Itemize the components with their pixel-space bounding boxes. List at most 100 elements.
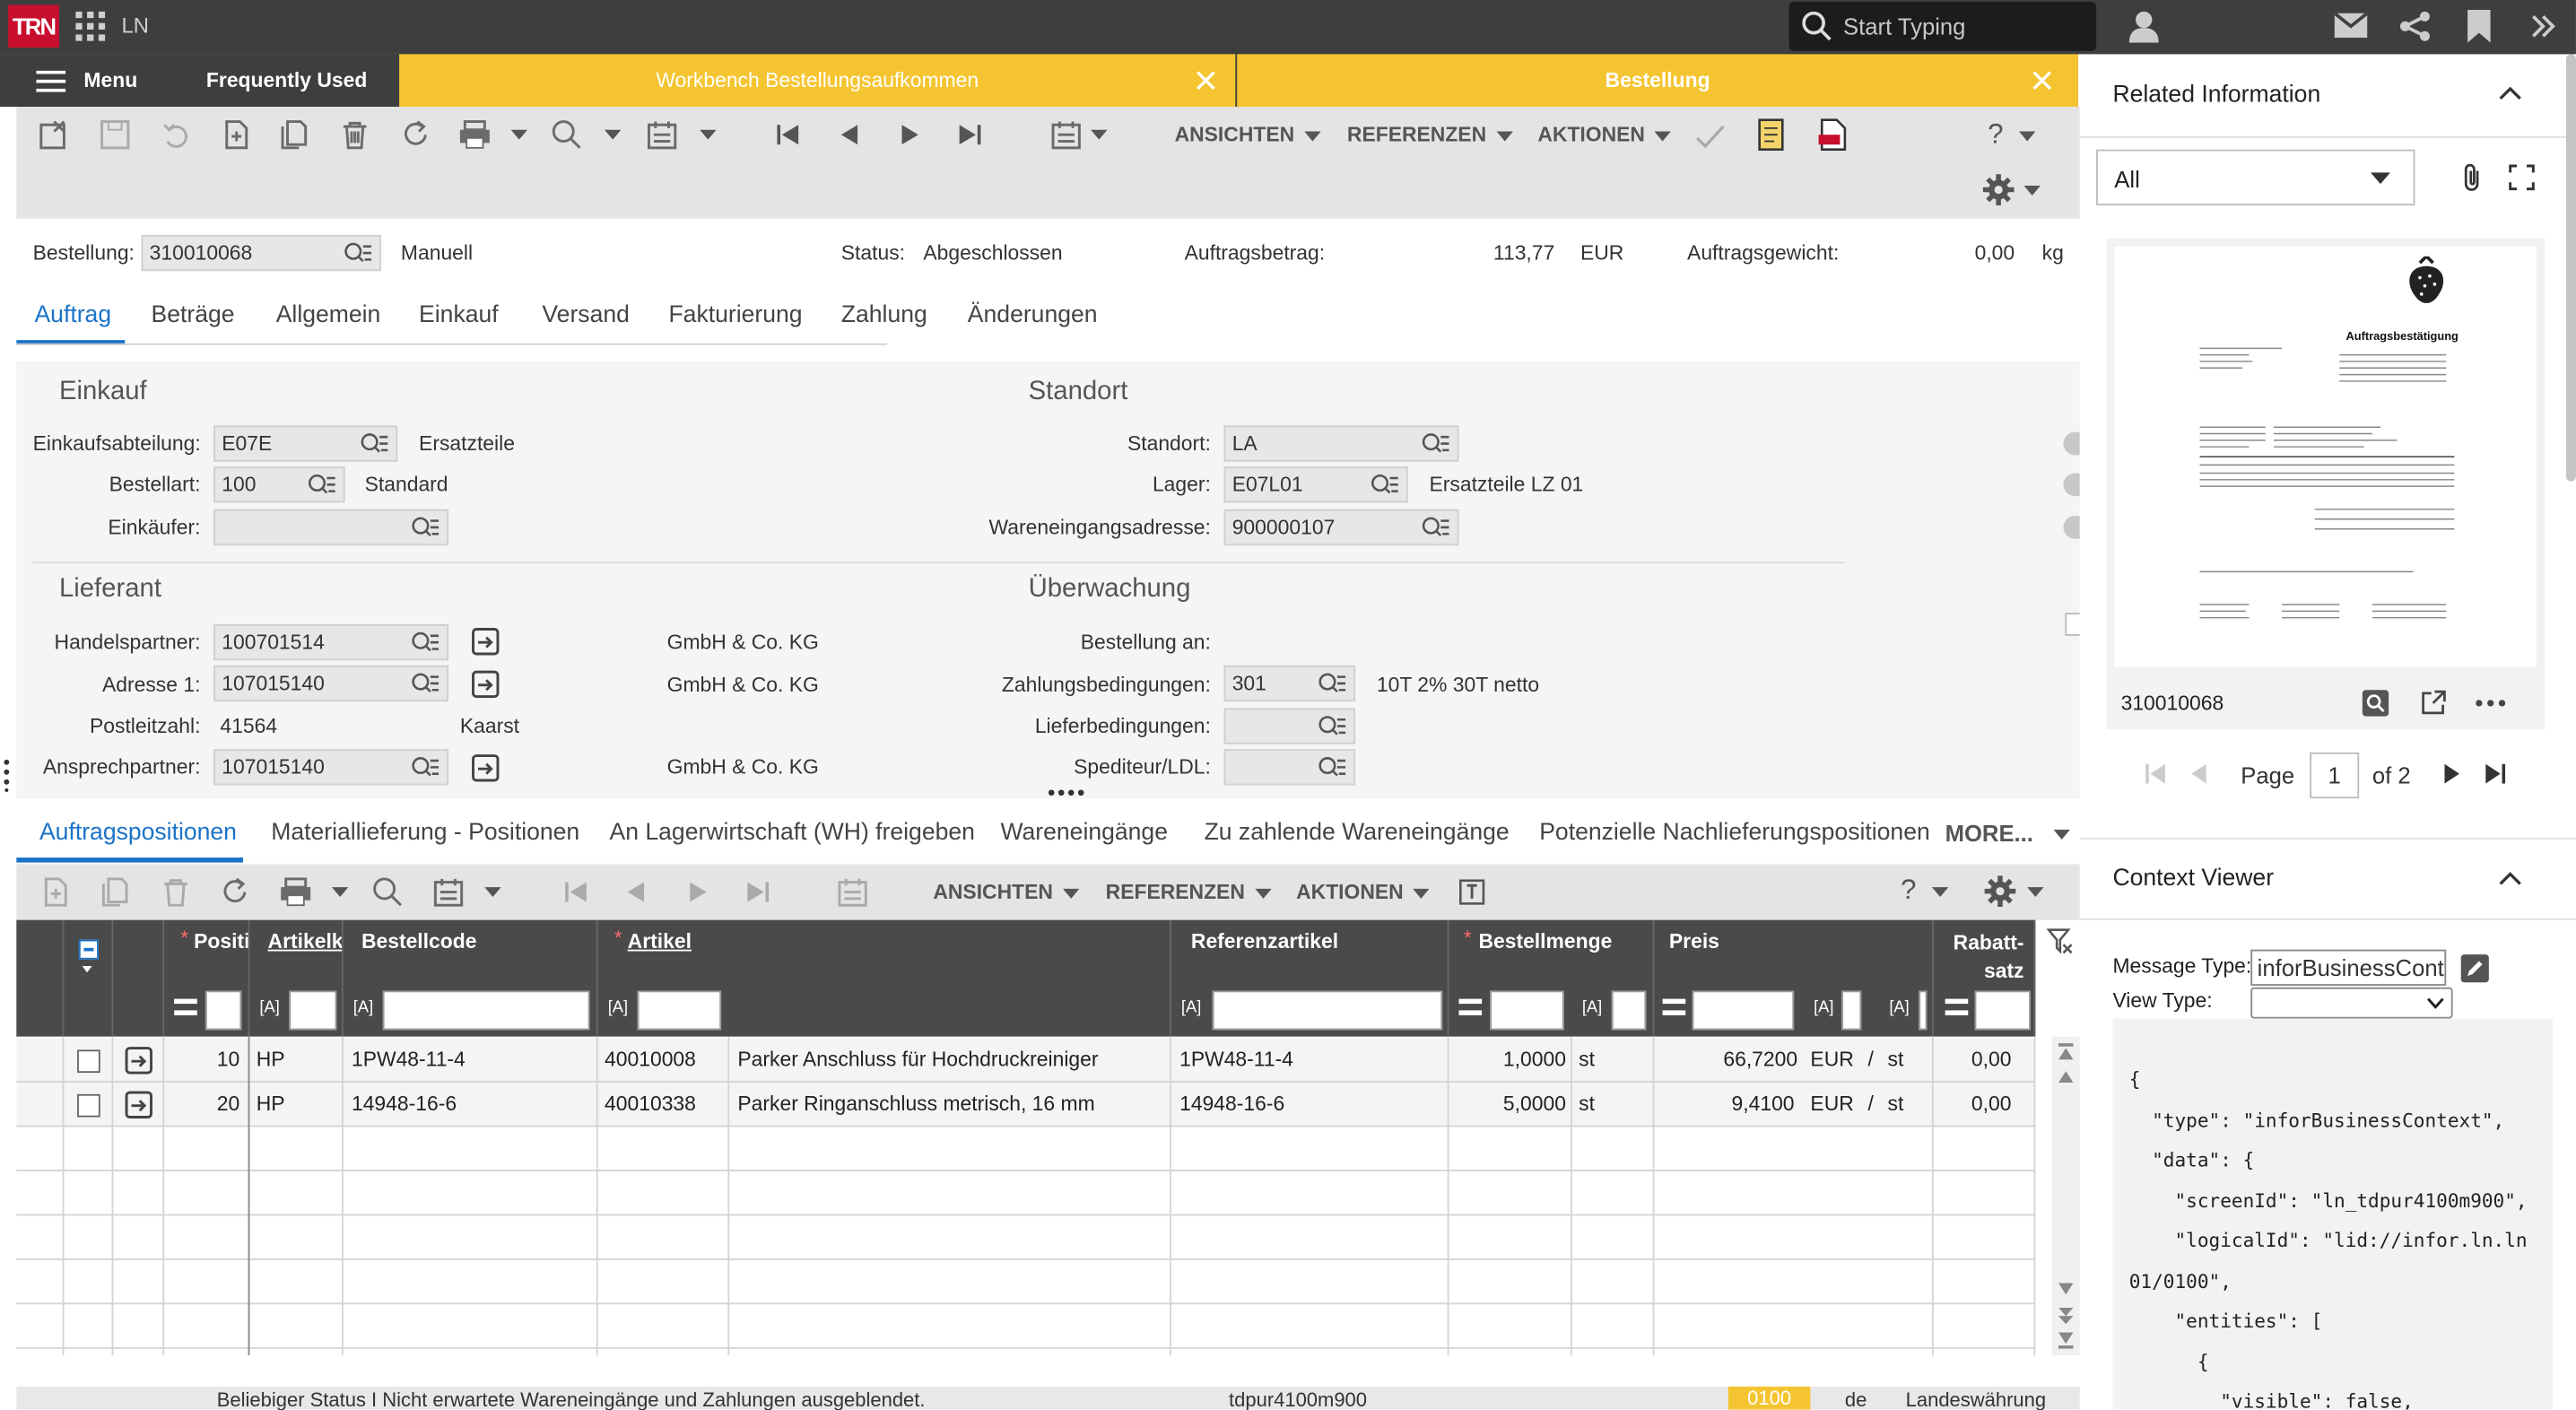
navigate-icon[interactable] [125,1047,152,1075]
filter-equals-icon[interactable] [1662,998,1686,1015]
references-menu[interactable]: REFERENZEN [1347,123,1513,146]
help-menu[interactable]: ? [1988,118,2037,152]
app-logo[interactable]: TRN [8,4,59,48]
col-bestellmenge[interactable]: Bestellmenge [1478,930,1612,953]
scroll-up-icon[interactable] [2058,1069,2074,1084]
checkbox[interactable] [2065,613,2080,636]
navigate-icon[interactable] [472,754,500,782]
panel-scrollbar[interactable] [2565,54,2576,482]
text-icon[interactable] [1458,879,1485,905]
filter-currency[interactable] [1841,990,1862,1031]
calendar2-dropdown-icon[interactable] [1091,129,1108,140]
collapse-icon[interactable] [2499,871,2522,885]
print-dropdown-icon[interactable] [331,887,349,898]
grid-help-menu[interactable]: ? [1901,874,1950,907]
left-drag-handle[interactable] [4,759,10,792]
search-icon[interactable] [373,877,403,907]
filter-select[interactable]: All [2096,149,2415,205]
lookup-icon[interactable] [360,432,389,456]
toggle-indicator[interactable] [2063,473,2080,497]
copy-line-icon[interactable] [100,877,130,907]
col-preis[interactable]: Preis [1669,930,1719,953]
lookup-icon[interactable] [344,241,373,265]
col-artikel[interactable]: Artikel [628,930,692,953]
filter-equals-icon[interactable] [1458,998,1483,1015]
lookup-icon[interactable] [411,672,440,695]
mail-icon[interactable] [2334,13,2368,39]
buyer-field[interactable] [213,509,449,546]
filter-preis[interactable] [1692,990,1795,1031]
delete-line-icon[interactable] [161,877,190,907]
paperclip-icon[interactable] [2463,162,2483,192]
lower-tab-lagerwirtschaft[interactable]: An Lagerwirtschaft (WH) freigeben [610,820,975,846]
tab-einkauf[interactable]: Einkauf [419,302,499,328]
next-record-icon[interactable] [899,123,922,146]
lower-tab-materiallieferung[interactable]: Materiallieferung - Positionen [271,820,579,846]
scroll-bottom-icon[interactable] [2058,1332,2074,1349]
share-icon[interactable] [2398,10,2432,43]
tab-allgemein[interactable]: Allgemein [276,302,381,328]
lookup-icon[interactable] [1371,474,1400,497]
lookup-icon[interactable] [1318,672,1347,695]
col-rabatt[interactable]: Rabatt-satz [1952,930,2024,986]
calendar-dropdown-icon[interactable] [700,129,717,140]
col-artikelkategorie[interactable]: Artikelk [268,930,344,953]
select-all-dropdown-icon[interactable] [82,965,92,973]
filter-equals-icon[interactable] [1945,998,1969,1015]
more-tabs-button[interactable]: MORE... [1945,820,2070,846]
delete-icon[interactable] [340,120,370,150]
first-page-icon[interactable] [2145,763,2166,784]
report-icon[interactable] [1756,118,1789,152]
last-page-icon[interactable] [2485,763,2506,784]
lookup-icon[interactable] [1318,715,1347,738]
collapse-icon[interactable] [2499,85,2522,100]
open-external-icon[interactable] [2422,690,2446,715]
tab-workbench[interactable]: Workbench Bestellungsaufkommen [399,54,1236,108]
fullscreen-icon[interactable] [2509,164,2535,191]
calendar-icon[interactable] [1051,120,1081,150]
lookup-icon[interactable] [411,631,440,654]
grid-views-menu[interactable]: ANSICHTEN [933,881,1080,903]
filter-referenzartikel[interactable] [1212,990,1443,1031]
new-document-icon[interactable] [222,120,251,150]
navigate-icon[interactable] [472,670,500,699]
apps-grid-icon[interactable] [75,11,106,41]
document-card[interactable]: Auftragsbestätigung 310010068 [2106,238,2546,730]
scroll-top-icon[interactable] [2058,1043,2074,1060]
grid-actions-menu[interactable]: AKTIONEN [1296,881,1431,903]
lower-tab-wareneingaenge[interactable]: Wareneingänge [1000,820,1168,846]
lookup-icon[interactable] [1318,756,1347,779]
grid-references-menu[interactable]: REFERENZEN [1106,881,1272,903]
order-number-field[interactable]: 310010068 [141,234,381,272]
calendar-icon[interactable] [838,877,867,907]
menu-button[interactable]: Menu [0,54,176,107]
lower-tab-auftragspositionen[interactable]: Auftragspositionen [39,820,237,846]
tab-zahlung[interactable]: Zahlung [841,302,927,328]
next-record-icon[interactable] [687,881,710,904]
calendar-grid-icon[interactable] [433,877,464,907]
grid-scrollbar[interactable] [2051,1036,2080,1356]
warehouse-field[interactable]: E07L01 [1223,466,1408,503]
copy-icon[interactable] [279,120,309,150]
pdf-document-icon[interactable] [1817,118,1850,152]
previous-record-icon[interactable] [840,123,863,146]
tab-versand[interactable]: Versand [542,302,629,328]
site-field[interactable]: LA [1223,425,1459,462]
new-line-icon[interactable] [41,877,71,907]
filter-price-unit[interactable] [1919,990,1928,1031]
contact-field[interactable]: 107015140 [213,749,449,786]
last-record-icon[interactable] [958,123,981,146]
actions-menu[interactable]: AKTIONEN [1537,123,1672,146]
view-type-select[interactable] [2250,987,2453,1019]
filter-bestellmenge[interactable] [1490,990,1564,1031]
print-dropdown-icon[interactable] [510,129,527,140]
order-type-field[interactable]: 100 [213,466,345,503]
search-icon[interactable] [552,120,581,150]
search-dropdown-icon[interactable] [605,129,622,140]
lookup-icon[interactable] [411,516,440,539]
tab-bestellung[interactable]: Bestellung [1237,54,2078,108]
gear-dropdown-icon[interactable] [2023,185,2041,196]
tab-auftrag[interactable]: Auftrag [34,302,111,328]
splitter-handle[interactable] [1048,788,1088,796]
payment-terms-field[interactable]: 301 [1223,665,1356,702]
